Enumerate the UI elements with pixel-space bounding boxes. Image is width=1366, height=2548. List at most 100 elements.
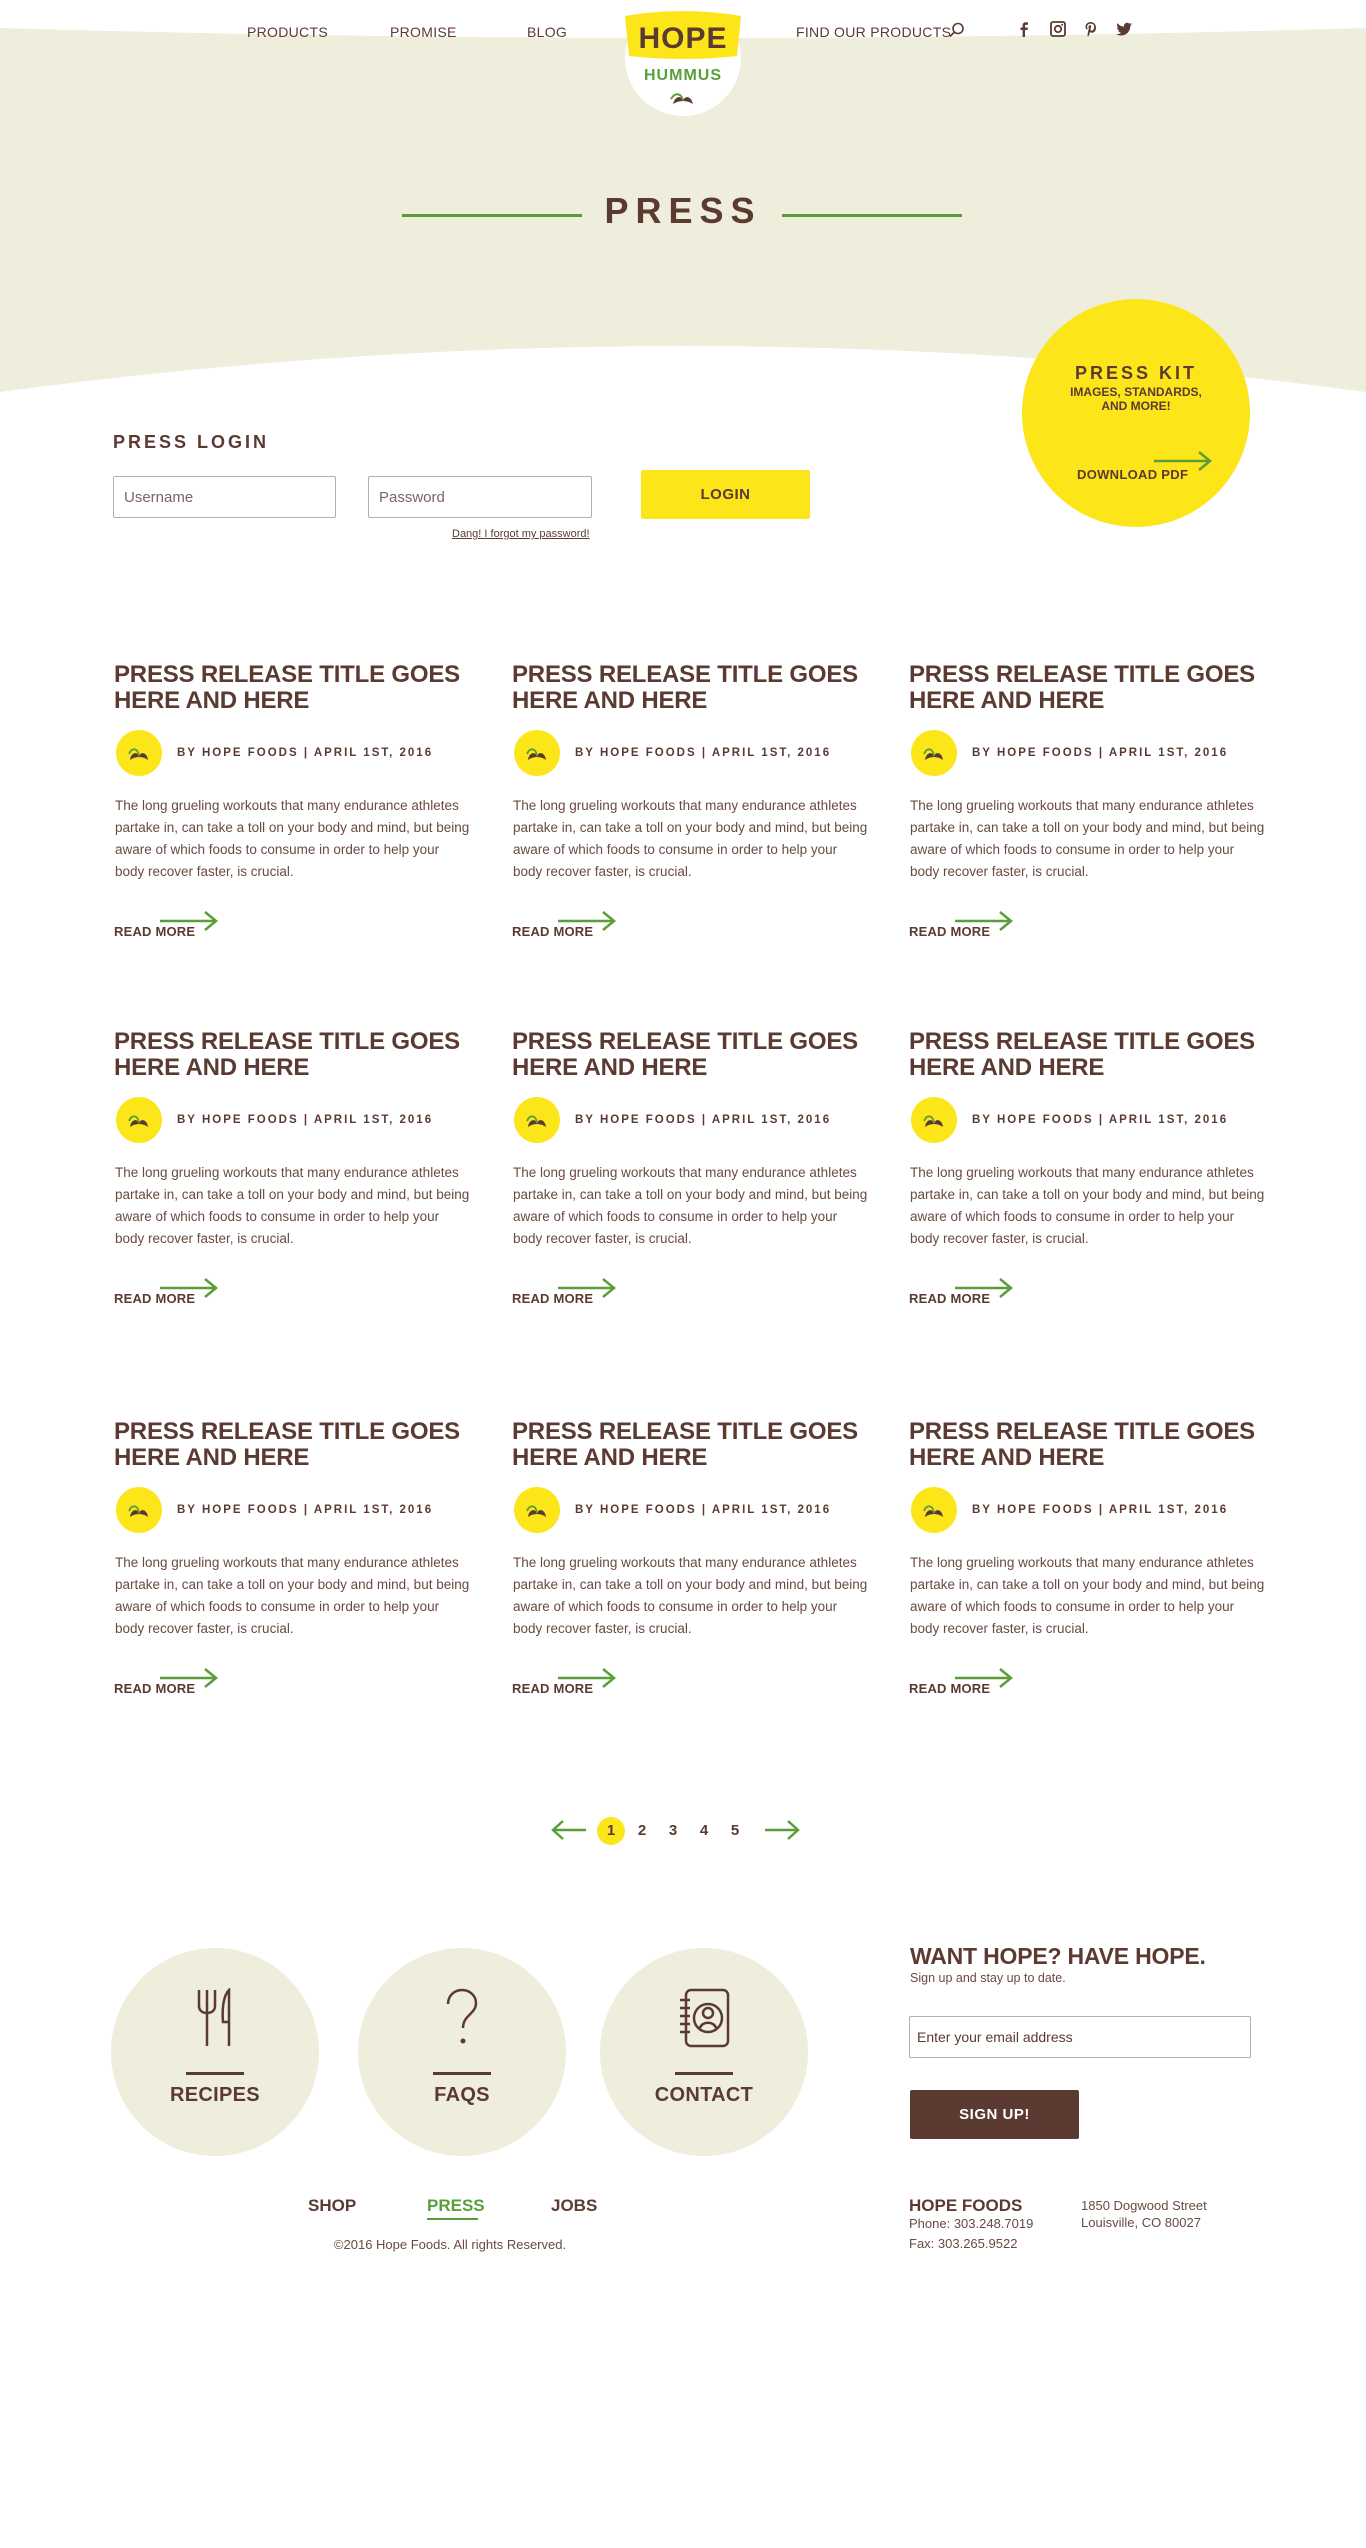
recipes-underline [186, 2072, 244, 2075]
leaf-icon [526, 1505, 546, 1517]
leaf-icon [128, 748, 148, 760]
instagram-icon[interactable] [1049, 20, 1067, 38]
company-address-line2: Louisville, CO 80027 [1081, 2215, 1201, 2230]
company-phone: Phone: 303.248.7019 [909, 2216, 1034, 2231]
hope-leaf-avatar [116, 730, 162, 776]
press-release-byline: BY HOPE FOODS | APRIL 1ST, 2016 [575, 747, 832, 759]
press-release-title[interactable]: PRESS RELEASE TITLE GOES HERE AND HERE [114, 1419, 474, 1471]
press-release-byline: BY HOPE FOODS | APRIL 1ST, 2016 [972, 1114, 1229, 1126]
press-release-byline: BY HOPE FOODS | APRIL 1ST, 2016 [575, 1114, 832, 1126]
press-release-card: PRESS RELEASE TITLE GOES HERE AND HERE BY… [114, 1029, 474, 1307]
hope-leaf-avatar [116, 1487, 162, 1533]
arrow-right-icon[interactable] [953, 1666, 1015, 1690]
page-2[interactable]: 2 [628, 1817, 656, 1845]
subscribe-heading: WANT HOPE? HAVE HOPE. [910, 1943, 1206, 1969]
press-release-card: PRESS RELEASE TITLE GOES HERE AND HERE BY… [512, 662, 872, 940]
press-release-title[interactable]: PRESS RELEASE TITLE GOES HERE AND HERE [909, 662, 1269, 714]
arrow-right-icon[interactable] [953, 1276, 1015, 1300]
company-name: HOPE FOODS [909, 2196, 1023, 2215]
pinterest-icon[interactable] [1082, 20, 1100, 38]
press-release-title[interactable]: PRESS RELEASE TITLE GOES HERE AND HERE [909, 1029, 1269, 1081]
press-release-excerpt: The long grueling workouts that many end… [115, 798, 470, 879]
arrow-right-icon[interactable] [158, 909, 220, 933]
arrow-right-icon[interactable] [556, 909, 618, 933]
arrow-right-icon[interactable] [158, 1276, 220, 1300]
leaf-icon [923, 1505, 943, 1517]
contact-link[interactable]: CONTACT [600, 1948, 808, 2156]
password-input[interactable] [368, 476, 592, 518]
press-kit-badge[interactable]: PRESS KIT IMAGES, STANDARDS, AND MORE! D… [1022, 299, 1250, 527]
page-3[interactable]: 3 [659, 1817, 687, 1845]
page-4[interactable]: 4 [690, 1817, 718, 1845]
arrow-right-icon[interactable] [556, 1666, 618, 1690]
press-release-title[interactable]: PRESS RELEASE TITLE GOES HERE AND HERE [512, 1419, 872, 1471]
address-book-icon [680, 1988, 730, 2048]
press-release-meta: BY HOPE FOODS | APRIL 1ST, 2016 [909, 730, 1269, 778]
page-5[interactable]: 5 [721, 1817, 749, 1845]
contact-label: CONTACT [654, 2084, 754, 2106]
nav-products[interactable]: PRODUCTS [247, 24, 328, 40]
leaf-icon [923, 1115, 943, 1127]
press-release-meta: BY HOPE FOODS | APRIL 1ST, 2016 [512, 1487, 872, 1535]
leaf-icon [526, 1115, 546, 1127]
signup-button[interactable]: SIGN UP! [910, 2090, 1079, 2139]
nav-blog[interactable]: BLOG [527, 24, 567, 40]
fork-knife-icon [197, 1988, 231, 2046]
press-release-byline: BY HOPE FOODS | APRIL 1ST, 2016 [972, 747, 1229, 759]
press-release-title[interactable]: PRESS RELEASE TITLE GOES HERE AND HERE [512, 662, 872, 714]
search-icon[interactable] [948, 21, 966, 39]
press-release-card: PRESS RELEASE TITLE GOES HERE AND HERE BY… [909, 1029, 1269, 1307]
footer-link-jobs[interactable]: JOBS [551, 2196, 597, 2216]
twitter-icon[interactable] [1115, 20, 1133, 38]
press-release-excerpt: The long grueling workouts that many end… [513, 1555, 868, 1636]
company-address-line1: 1850 Dogwood Street [1081, 2198, 1207, 2213]
svg-text:HUMMUS: HUMMUS [644, 67, 722, 84]
nav-promise[interactable]: PROMISE [390, 24, 457, 40]
hope-leaf-avatar [116, 1097, 162, 1143]
arrow-right-icon[interactable] [1152, 449, 1214, 473]
recipes-label: RECIPES [170, 2084, 260, 2106]
facebook-icon[interactable] [1015, 20, 1033, 38]
press-release-title[interactable]: PRESS RELEASE TITLE GOES HERE AND HERE [114, 1029, 474, 1081]
press-release-card: PRESS RELEASE TITLE GOES HERE AND HERE BY… [114, 662, 474, 940]
press-release-excerpt: The long grueling workouts that many end… [115, 1165, 470, 1246]
press-release-meta: BY HOPE FOODS | APRIL 1ST, 2016 [909, 1487, 1269, 1535]
faqs-link[interactable]: FAQS [358, 1948, 566, 2156]
nav-find-our-products[interactable]: FIND OUR PRODUCTS [796, 24, 951, 40]
footer-active-underline [427, 2218, 478, 2220]
username-input[interactable] [113, 476, 336, 518]
hope-leaf-avatar [514, 730, 560, 776]
press-release-title[interactable]: PRESS RELEASE TITLE GOES HERE AND HERE [114, 662, 474, 714]
prev-page-arrow-icon[interactable] [550, 1818, 588, 1842]
leaf-icon [526, 748, 546, 760]
question-mark-icon [446, 1988, 478, 2044]
next-page-arrow-icon[interactable] [763, 1818, 801, 1842]
leaf-icon [128, 1115, 148, 1127]
footer-link-press[interactable]: PRESS [427, 2196, 485, 2216]
press-release-excerpt: The long grueling workouts that many end… [513, 798, 868, 879]
contact-underline [675, 2072, 733, 2075]
subscribe-description: Sign up and stay up to date. [910, 1971, 1066, 1985]
press-release-card: PRESS RELEASE TITLE GOES HERE AND HERE BY… [114, 1419, 474, 1697]
faqs-label: FAQS [434, 2084, 490, 2106]
forgot-password-link[interactable]: Dang! I forgot my password! [452, 528, 590, 540]
recipes-link[interactable]: RECIPES [111, 1948, 319, 2156]
press-release-byline: BY HOPE FOODS | APRIL 1ST, 2016 [575, 1504, 832, 1516]
arrow-right-icon[interactable] [556, 1276, 618, 1300]
footer-link-shop[interactable]: SHOP [308, 2196, 356, 2216]
hope-hummus-logo[interactable]: HOPE HUMMUS [611, 0, 755, 118]
page-1[interactable]: 1 [597, 1817, 625, 1845]
press-login-heading: PRESS LOGIN [113, 432, 270, 452]
press-release-meta: BY HOPE FOODS | APRIL 1ST, 2016 [512, 1097, 872, 1145]
arrow-right-icon[interactable] [953, 909, 1015, 933]
press-release-excerpt: The long grueling workouts that many end… [513, 1165, 868, 1246]
email-input[interactable] [909, 2016, 1251, 2058]
press-release-title[interactable]: PRESS RELEASE TITLE GOES HERE AND HERE [512, 1029, 872, 1081]
login-button[interactable]: LOGIN [641, 470, 810, 519]
hope-leaf-avatar [911, 1097, 957, 1143]
press-release-byline: BY HOPE FOODS | APRIL 1ST, 2016 [177, 1504, 434, 1516]
faqs-underline [433, 2072, 491, 2075]
press-release-meta: BY HOPE FOODS | APRIL 1ST, 2016 [114, 1487, 474, 1535]
arrow-right-icon[interactable] [158, 1666, 220, 1690]
press-release-title[interactable]: PRESS RELEASE TITLE GOES HERE AND HERE [909, 1419, 1269, 1471]
